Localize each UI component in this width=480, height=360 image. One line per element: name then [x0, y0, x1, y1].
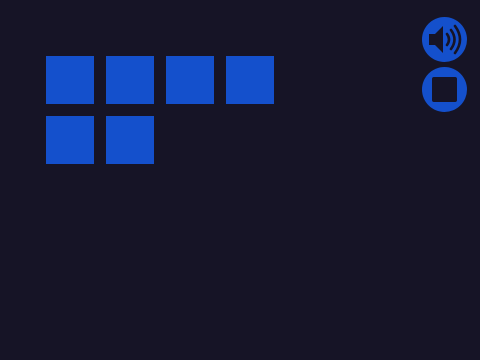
game-stage: [0, 0, 480, 360]
tile-1-2[interactable]: [106, 56, 154, 104]
tile-1-1[interactable]: [46, 56, 94, 104]
tile-1-4[interactable]: [226, 56, 274, 104]
stop-square-icon: [432, 77, 457, 102]
speaker-volume-icon: [429, 24, 462, 55]
tile-2-1[interactable]: [46, 116, 94, 164]
tile-1-3[interactable]: [166, 56, 214, 104]
tile-2-2[interactable]: [106, 116, 154, 164]
stop-button[interactable]: [422, 67, 467, 112]
sound-toggle-button[interactable]: [422, 17, 467, 62]
